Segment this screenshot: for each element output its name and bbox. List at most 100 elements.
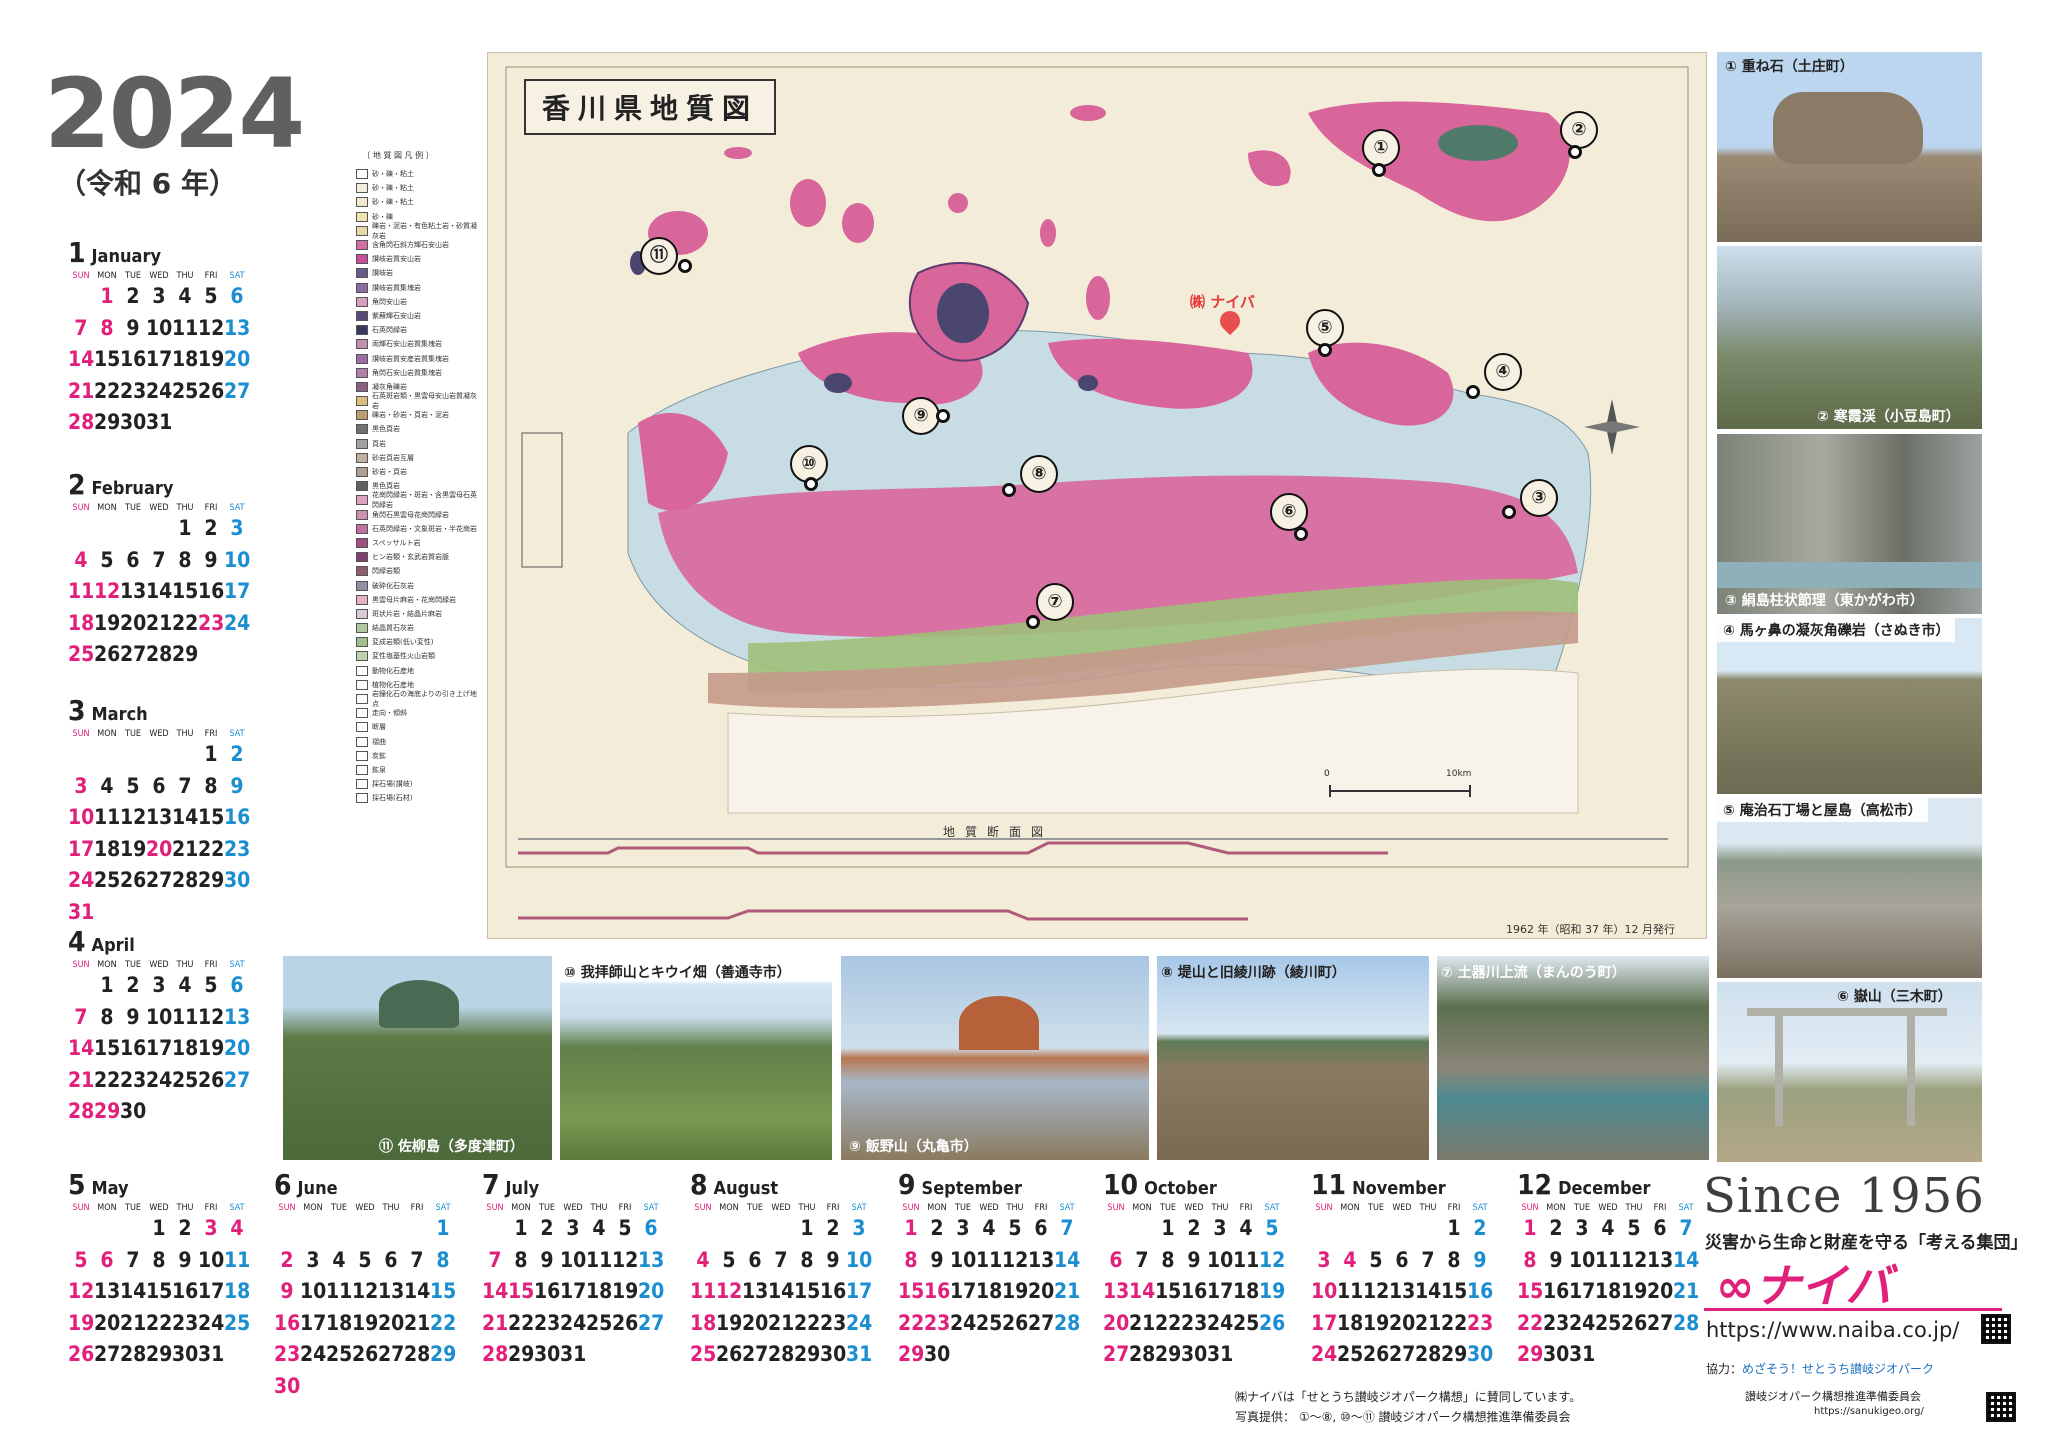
geopark-url[interactable]: https://sanukigeo.org/ <box>1814 1406 1924 1417</box>
day-cell: 16 <box>1181 1279 1208 1303</box>
day-cell: 9 <box>1473 1247 1487 1272</box>
day-cell: 5 <box>74 1247 88 1272</box>
day-cell: 14 <box>1673 1247 1700 1272</box>
weekday-label: TUE <box>331 1203 347 1213</box>
company-url[interactable]: https://www.naiba.co.jp/ <box>1706 1318 1959 1342</box>
legend-swatch <box>356 694 368 705</box>
legend-item: 閃緑岩類 <box>356 564 480 578</box>
day-cell: 16 <box>1467 1279 1494 1303</box>
day-cell: 2 <box>126 284 140 308</box>
month-november: 11 November SUN MON TUE WED THU FRI SAT 1 2 3 4 5 6 7 8 9… <box>1311 1168 1501 1374</box>
legend-swatch <box>356 481 368 492</box>
coop-name[interactable]: めざそう！せとうち讃岐ジオパーク <box>1742 1362 1934 1376</box>
day-cell: 29 <box>1517 1342 1544 1366</box>
day-cell: 12 <box>1259 1247 1286 1272</box>
day-blank <box>1389 1216 1415 1248</box>
legend-swatch <box>356 750 368 761</box>
day-cell: 13 <box>146 805 173 829</box>
legend-swatch <box>356 325 368 336</box>
day-cell: 10 <box>300 1279 327 1303</box>
day-blank <box>94 1216 120 1248</box>
day-cell: 21 <box>120 1310 147 1335</box>
day-cell: 4 <box>100 773 114 798</box>
marker-1: ① <box>1362 129 1400 167</box>
month-header: 1 January <box>68 236 258 269</box>
month-february: 2 February SUN MON TUE WED THU FRI SAT 1 2 3 4 5 6 7 8 9 1… <box>68 468 258 674</box>
weekday-label: SUN <box>902 1203 920 1213</box>
photo-7-caption: ⑦ 土器川上流（まんのう町） <box>1441 965 1626 981</box>
legend-item: 紫蘇輝石安山岩 <box>356 309 480 323</box>
weekday-label: THU <box>1625 1203 1643 1213</box>
legend-swatch <box>356 452 368 463</box>
marker-8: ⑧ <box>1020 455 1058 493</box>
weekday-label: THU <box>1419 1203 1437 1213</box>
month-header: 7 July <box>482 1168 672 1201</box>
weekday-label: THU <box>1211 1203 1229 1213</box>
day-cell: 16 <box>120 1036 147 1060</box>
legend-label: ヒン岩類・玄武岩質岩脈 <box>372 553 449 562</box>
weekday-label: SAT <box>435 1203 451 1213</box>
day-cell: 20 <box>1028 1279 1055 1303</box>
day-blank <box>1103 1216 1129 1248</box>
photo-7-dokigawa: ⑦ 土器川上流（まんのう町） <box>1437 956 1709 1160</box>
legend-swatch <box>356 396 368 407</box>
day-cell: 12 <box>198 1004 225 1029</box>
day-cell: 18 <box>690 1310 717 1335</box>
weekday-label: FRI <box>1653 1203 1667 1213</box>
day-cell: 19 <box>1259 1279 1286 1303</box>
day-cell: 22 <box>94 1067 121 1092</box>
weekday-label: SAT <box>1678 1203 1694 1213</box>
legend-label: 黒色頁岩 <box>372 425 400 434</box>
legend-swatch <box>356 793 368 804</box>
day-cell: 29 <box>198 868 225 892</box>
month-april: 4 April SUN MON TUE WED THU FRI SAT 1 2 3 4 5 6 7 8 9 10 11… <box>68 925 258 1131</box>
marker-9-dot <box>936 409 950 423</box>
month-august: 8 August SUN MON TUE WED THU FRI SAT 1 2 3 4 5 6 7 8 9 10 1… <box>690 1168 880 1374</box>
day-grid: 1 2 3 4 5 6 7 8 9 10 11 12 13 14 15 16 17 18 19 20 21 22 23 24 2… <box>68 742 258 931</box>
day-cell: 1 <box>100 284 114 308</box>
day-cell: 13 <box>378 1279 405 1303</box>
day-cell: 2 <box>1187 1216 1201 1240</box>
day-cell: 29 <box>94 1099 121 1123</box>
weekday-label: THU <box>590 1203 608 1213</box>
month-header: 11 November <box>1311 1168 1501 1201</box>
day-cell: 16 <box>1543 1279 1570 1303</box>
day-cell: 30 <box>120 410 147 434</box>
month-name: August <box>713 1178 779 1199</box>
legend-label: 採石場(石材) <box>372 794 413 803</box>
day-cell: 30 <box>1181 1342 1208 1366</box>
day-cell: 8 <box>204 773 218 798</box>
photo-9-iinoyama: ⑨ 飯野山（丸亀市） <box>841 956 1149 1160</box>
qr-code-icon[interactable] <box>1981 1314 2011 1344</box>
day-blank <box>352 1216 378 1248</box>
qr-code-icon[interactable] <box>1986 1392 2016 1422</box>
day-cell: 4 <box>230 1216 244 1240</box>
weekday-label: MON <box>97 960 117 970</box>
month-name: January <box>91 246 162 267</box>
day-cell: 29 <box>898 1342 925 1366</box>
day-cell: 19 <box>94 610 121 635</box>
day-cell: 13 <box>224 315 251 340</box>
day-cell: 25 <box>586 1310 613 1335</box>
day-cell: 20 <box>638 1279 665 1303</box>
legend-label: 変性塩基性火山岩類 <box>372 652 435 661</box>
day-cell: 3 <box>1213 1216 1227 1240</box>
day-cell: 15 <box>794 1279 821 1303</box>
weekday-label: WED <box>771 1203 791 1213</box>
day-cell: 1 <box>514 1216 528 1240</box>
day-cell: 28 <box>768 1342 795 1366</box>
legend-item: 褶曲 <box>356 735 480 749</box>
weekday-label: THU <box>176 271 194 281</box>
legend-item: 花崗閃緑岩・斑岩・含黒雲母石英閃緑岩 <box>356 491 480 509</box>
day-cell: 6 <box>152 773 166 798</box>
legend-label: 礫岩・砂岩・頁岩・泥岩 <box>372 411 449 420</box>
day-cell: 13 <box>1647 1247 1674 1272</box>
day-cell: 25 <box>690 1342 717 1366</box>
day-blank <box>94 516 120 548</box>
legend-label: 黒雲母片麻岩・花崗閃緑岩 <box>372 595 456 604</box>
legend-swatch <box>356 566 368 577</box>
day-cell: 26 <box>1002 1310 1029 1335</box>
day-cell: 23 <box>198 610 225 635</box>
month-name: June <box>297 1178 338 1199</box>
day-cell: 28 <box>482 1342 509 1366</box>
